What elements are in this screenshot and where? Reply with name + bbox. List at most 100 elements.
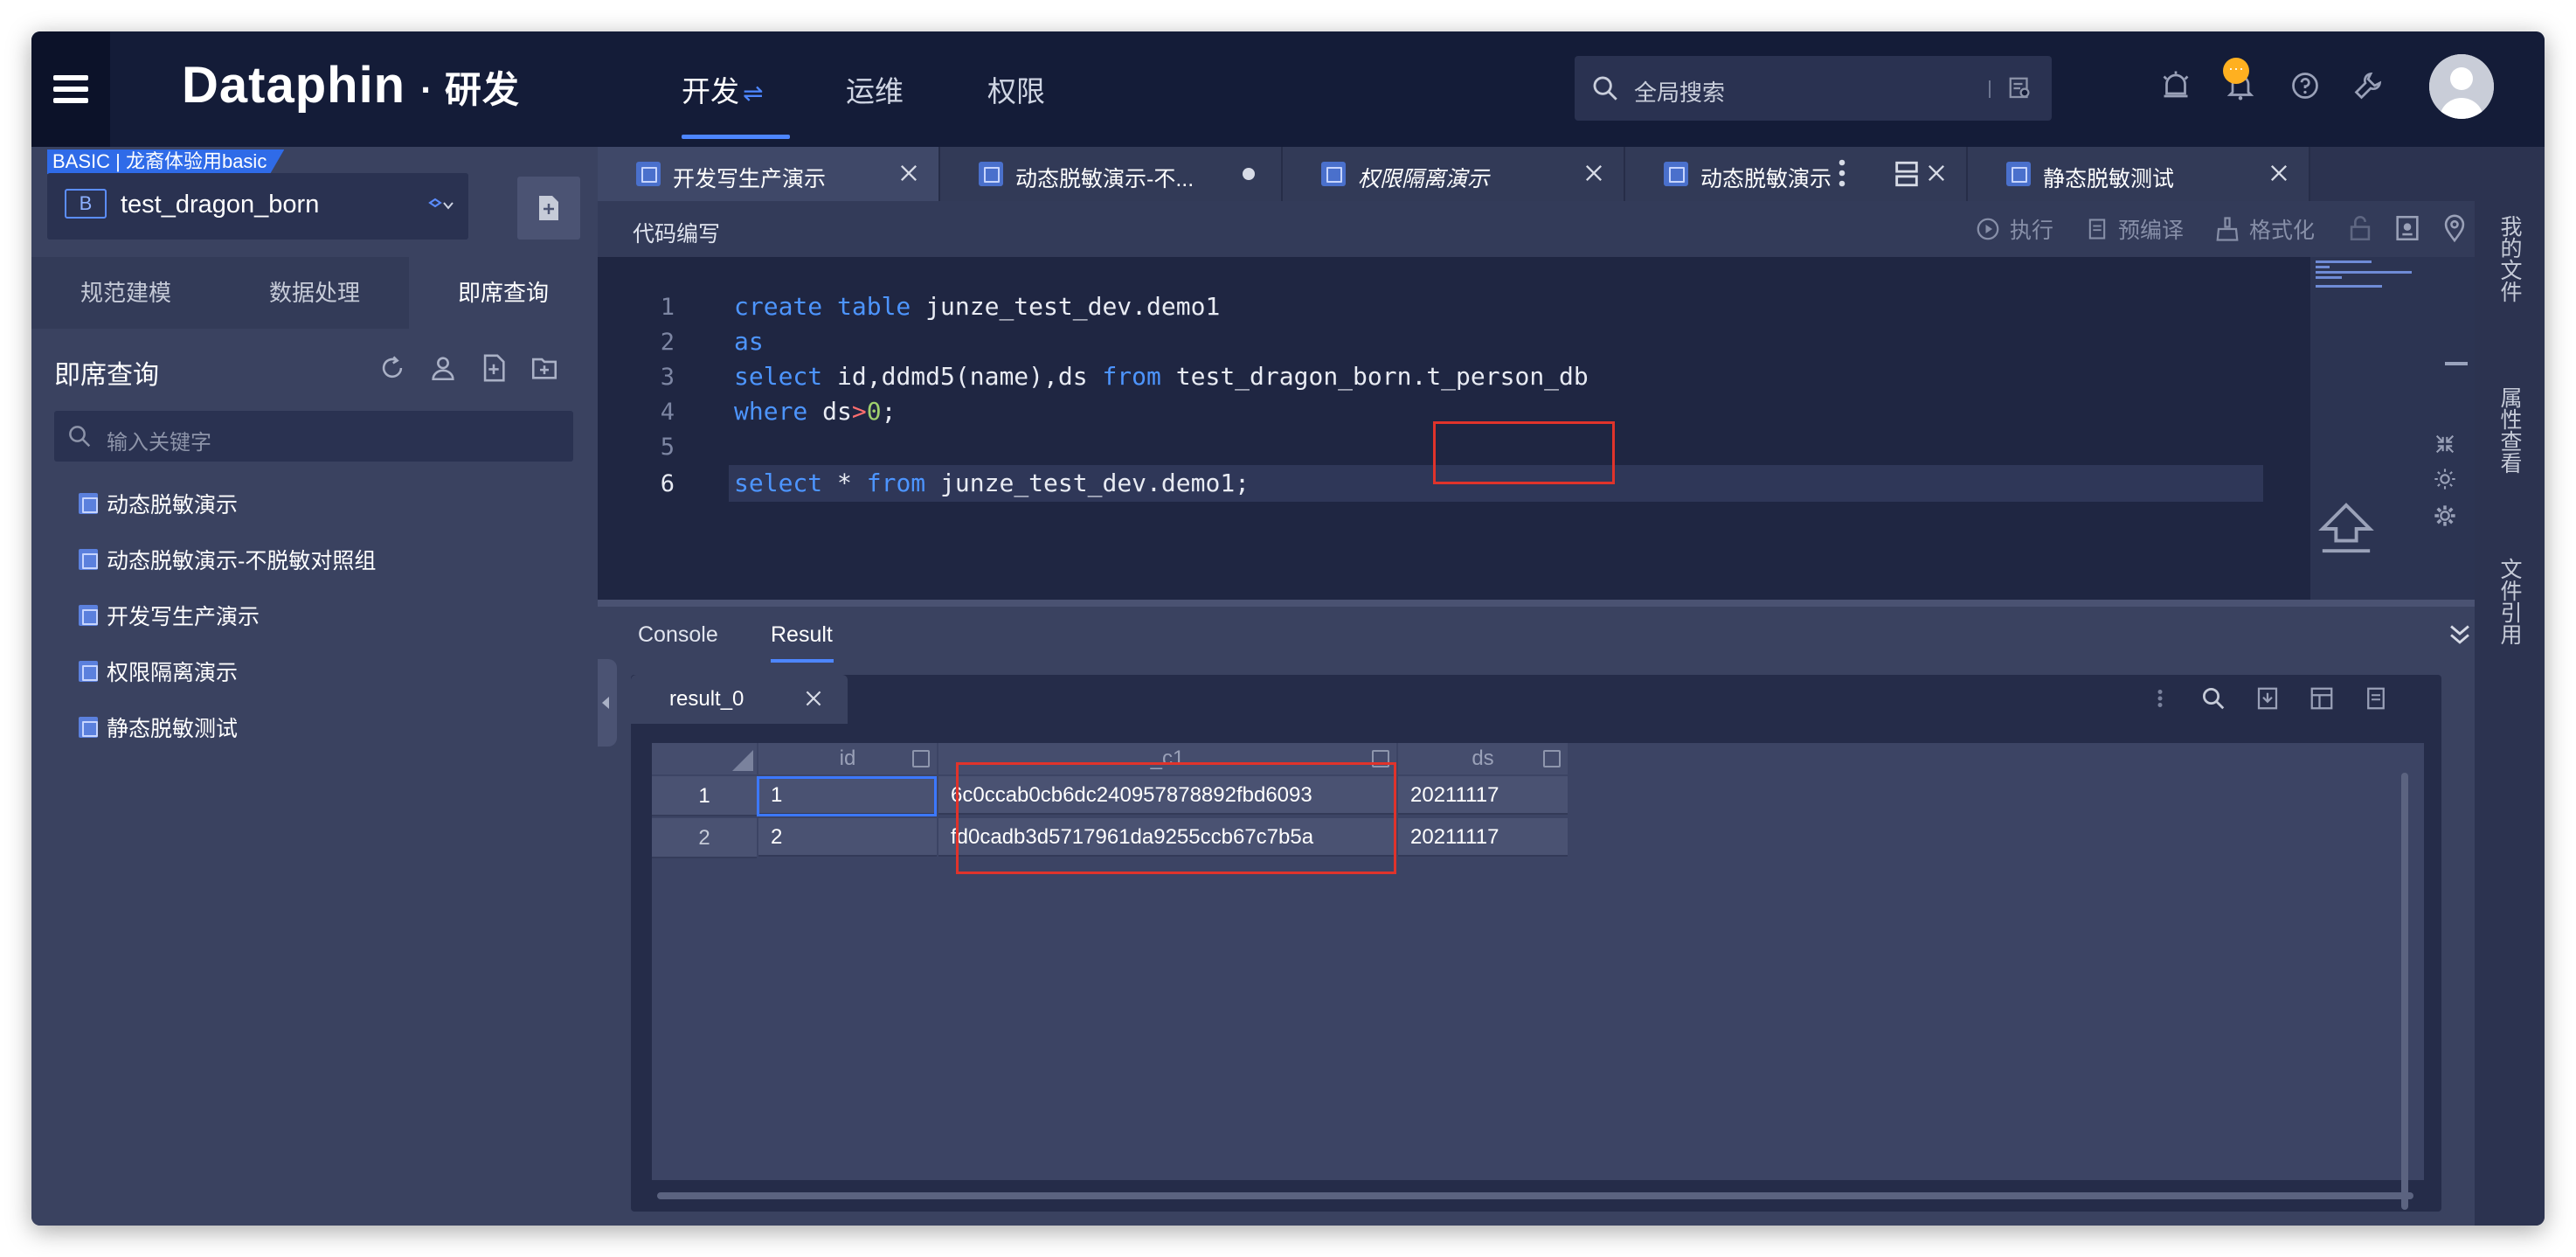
sort-icon[interactable]: [1543, 750, 1561, 767]
list-item[interactable]: 动态脱敏演示-不脱敏对照组: [79, 542, 376, 577]
add-folder-icon[interactable]: [530, 353, 559, 383]
help-icon[interactable]: [2289, 70, 2321, 101]
code-minimap[interactable]: [2310, 257, 2475, 600]
editor-tab[interactable]: 静态脱敏测试: [1968, 147, 2310, 201]
panel-title: 即席查询: [54, 361, 159, 390]
tab-standard-modeling[interactable]: 规范建模: [31, 257, 220, 329]
wrench-icon[interactable]: [2352, 70, 2384, 101]
close-icon[interactable]: [1582, 161, 1606, 185]
search-icon[interactable]: [2200, 685, 2226, 712]
global-search-input[interactable]: 全局搜索: [1575, 56, 2052, 121]
table-cell[interactable]: 20211117: [1398, 776, 1568, 815]
sidebar-search-input[interactable]: 输入关键字: [54, 411, 573, 462]
close-icon[interactable]: [897, 161, 921, 185]
alarm-icon[interactable]: [2160, 70, 2192, 101]
close-icon[interactable]: [2267, 161, 2291, 185]
code-text: ;: [881, 397, 897, 426]
row-number[interactable]: 2: [652, 818, 757, 858]
nav-tab-develop[interactable]: 开发 ⇌: [682, 68, 763, 110]
unlock-icon[interactable]: [2345, 213, 2375, 243]
result-tab-indicator: [771, 659, 834, 663]
collapse-icon[interactable]: [2433, 432, 2457, 456]
rail-tab-my-files[interactable]: 我的文件: [2494, 215, 2525, 302]
run-button[interactable]: 执行: [1975, 213, 2053, 245]
minimap-line: [2316, 266, 2330, 268]
sun-icon[interactable]: [2433, 467, 2457, 491]
annotation-highlight-box: [1433, 421, 1615, 484]
editor-tab[interactable]: 权限隔离演示: [1283, 147, 1625, 201]
code-text: ds: [807, 397, 852, 426]
tab-console[interactable]: Console: [638, 622, 718, 648]
rail-tab-properties[interactable]: 属性查看: [2494, 386, 2525, 474]
column-header[interactable]: ds: [1398, 743, 1568, 774]
format-button[interactable]: 格式化: [2214, 213, 2315, 245]
table-settings-icon[interactable]: [2309, 685, 2335, 712]
run-button-label: 执行: [2010, 219, 2054, 243]
code-editor[interactable]: 1 2 3 4 5 6 create table junze_test_dev.…: [598, 257, 2475, 607]
rail-tab-file-references[interactable]: 文件引用: [2494, 558, 2525, 645]
nav-active-indicator: [682, 135, 790, 139]
editor-scroll-indicator[interactable]: [2445, 362, 2468, 365]
list-item[interactable]: 权限隔离演示: [79, 654, 238, 689]
sql-file-icon: [979, 162, 1003, 186]
brand-module: · 研发: [420, 69, 520, 110]
new-file-button[interactable]: [517, 177, 580, 240]
sidebar-collapse-handle[interactable]: [598, 659, 617, 747]
column-header[interactable]: id: [758, 743, 937, 774]
minimap-line: [2316, 260, 2372, 263]
result-set-tab[interactable]: result_0: [631, 675, 848, 724]
line-number: 2: [660, 329, 675, 356]
nav-tab-develop-label: 开发: [682, 75, 739, 108]
nav-tab-ops[interactable]: 运维: [846, 68, 904, 110]
result-set-tab-label: result_0: [669, 687, 744, 711]
swap-icon[interactable]: ⇌: [743, 80, 763, 107]
chevron-double-down-icon[interactable]: [2445, 619, 2475, 649]
location-pin-icon[interactable]: [2440, 213, 2469, 243]
play-icon: [1977, 218, 1999, 240]
editor-tab[interactable]: 动态脱敏演示-不...: [940, 147, 1283, 201]
advanced-search-icon[interactable]: [2006, 75, 2034, 101]
grid-corner-cell[interactable]: [652, 743, 757, 774]
editor-tab-bar: 开发写生产演示 动态脱敏演示-不... 权限隔离演示 动态脱敏演示 静态脱敏测试: [598, 147, 2475, 201]
main-menu-button[interactable]: [31, 31, 110, 147]
grid-vertical-scrollbar[interactable]: [2401, 773, 2408, 1210]
refresh-icon[interactable]: [377, 353, 407, 383]
sort-icon[interactable]: [912, 750, 930, 767]
document-icon: [2088, 219, 2106, 240]
more-vertical-icon[interactable]: [2155, 685, 2165, 712]
user-avatar[interactable]: [2429, 54, 2494, 119]
project-tier-badge: BASIC | 龙裔体验用basic: [47, 149, 285, 174]
close-icon[interactable]: [1924, 161, 1949, 185]
right-rail: 我的文件 属性查看 文件引用: [2475, 147, 2545, 1226]
list-item[interactable]: 静态脱敏测试: [79, 710, 238, 745]
list-item[interactable]: 动态脱敏演示: [79, 486, 238, 521]
sql-file-icon: [79, 493, 98, 514]
table-cell[interactable]: 20211117: [1398, 818, 1568, 857]
more-vertical-icon[interactable]: [1837, 157, 1847, 189]
tab-adhoc-query[interactable]: 即席查询: [409, 257, 598, 329]
project-selector[interactable]: B test_dragon_born: [47, 173, 468, 240]
brand-logo[interactable]: Dataphin · 研发: [182, 56, 520, 115]
tab-data-processing[interactable]: 数据处理: [220, 257, 409, 329]
nav-tab-permission[interactable]: 权限: [987, 68, 1045, 110]
close-icon[interactable]: [802, 687, 825, 710]
row-number[interactable]: 1: [652, 776, 757, 816]
code-line: select * from junze_test_dev.demo1;: [734, 469, 1250, 497]
split-view-icon[interactable]: [1891, 159, 1922, 189]
gear-icon[interactable]: [2433, 503, 2457, 528]
grid-horizontal-scrollbar[interactable]: [657, 1192, 2413, 1199]
download-icon[interactable]: [2254, 685, 2281, 712]
user-filter-icon[interactable]: [428, 353, 458, 383]
code-keyword: as: [734, 327, 764, 356]
editor-tab[interactable]: 开发写生产演示: [598, 147, 940, 201]
upload-icon[interactable]: [2316, 500, 2377, 558]
list-item[interactable]: 开发写生产演示: [79, 598, 260, 633]
document-icon[interactable]: [2363, 685, 2389, 712]
tab-result[interactable]: Result: [771, 622, 833, 648]
unsaved-indicator[interactable]: [1243, 168, 1255, 180]
add-file-icon[interactable]: [479, 353, 509, 383]
table-cell[interactable]: 2: [758, 818, 937, 857]
save-icon[interactable]: [2392, 213, 2422, 243]
sql-file-icon: [79, 605, 98, 626]
precompile-button[interactable]: 预编译: [2085, 213, 2184, 245]
